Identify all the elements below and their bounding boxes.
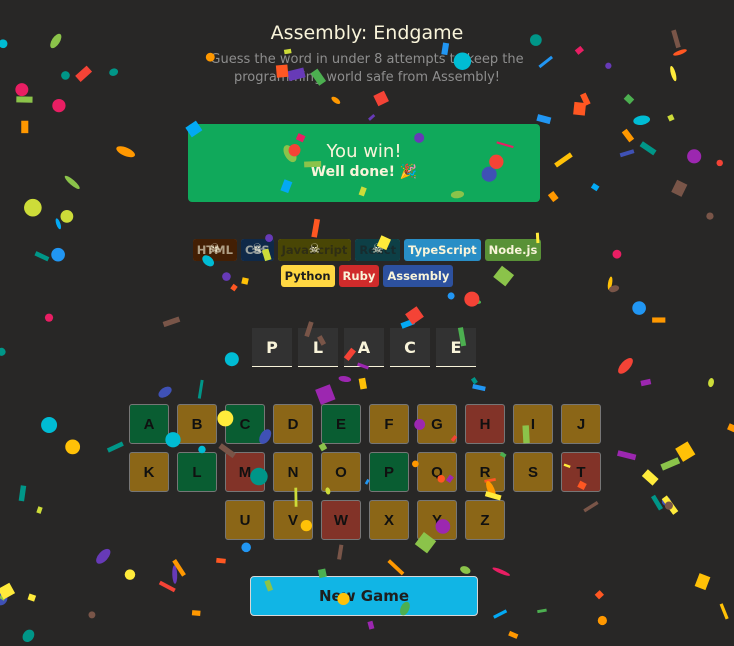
language-name: Ruby (342, 269, 376, 283)
new-game-button[interactable]: New Game (250, 576, 478, 616)
key-v[interactable]: V (273, 500, 313, 540)
word-letter: A (344, 328, 384, 367)
key-n[interactable]: N (273, 452, 313, 492)
word-letter: E (436, 328, 476, 367)
key-s[interactable]: S (513, 452, 553, 492)
language-chip: Node.js (484, 239, 542, 261)
key-g[interactable]: G (417, 404, 457, 444)
key-i[interactable]: I (513, 404, 553, 444)
skull-icon: ☠ (251, 242, 264, 257)
key-w[interactable]: W (321, 500, 361, 540)
key-m[interactable]: M (225, 452, 265, 492)
language-name: Assembly (387, 269, 450, 283)
language-chip: TypeScript (404, 239, 481, 261)
skull-icon: ☠ (308, 242, 321, 257)
language-chips: HTML ☠ CSS ☠ JavaScript ☠ React ☠ TypeScript Node… (190, 239, 544, 287)
language-chip: JavaScript ☠ (277, 239, 352, 261)
language-chip: HTML ☠ (192, 239, 237, 261)
language-name: TypeScript (408, 243, 477, 257)
page-subtitle: Guess the word in under 8 attempts to ke… (210, 52, 524, 85)
key-q[interactable]: Q (417, 452, 457, 492)
status-heading: You win! (326, 141, 402, 162)
key-t[interactable]: T (561, 452, 601, 492)
word-letter: C (390, 328, 430, 367)
language-chip: React ☠ (355, 239, 401, 261)
status-message: Well done! 🎉 (310, 164, 418, 180)
key-l[interactable]: L (177, 452, 217, 492)
key-h[interactable]: H (465, 404, 505, 444)
keyboard: ABCDEFGHIJ KLMNOPQRST UVWXYZ (128, 404, 602, 540)
skull-icon: ☠ (208, 242, 221, 257)
key-u[interactable]: U (225, 500, 265, 540)
status-banner: You win! Well done! 🎉 (188, 124, 540, 202)
word-letter: P (252, 328, 292, 367)
key-e[interactable]: E (321, 404, 361, 444)
language-chip: Python (280, 265, 335, 287)
game-container: Assembly: Endgame Guess the word in unde… (0, 0, 734, 646)
key-p[interactable]: P (369, 452, 409, 492)
key-d[interactable]: D (273, 404, 313, 444)
key-b[interactable]: B (177, 404, 217, 444)
key-j[interactable]: J (561, 404, 601, 444)
language-chip: Assembly (383, 265, 454, 287)
language-chip: CSS ☠ (240, 239, 274, 261)
language-chip: Ruby (338, 265, 380, 287)
word-display: PLACE (252, 328, 476, 367)
key-r[interactable]: R (465, 452, 505, 492)
skull-icon: ☠ (371, 242, 384, 257)
key-z[interactable]: Z (465, 500, 505, 540)
key-o[interactable]: O (321, 452, 361, 492)
word-letter: L (298, 328, 338, 367)
key-f[interactable]: F (369, 404, 409, 444)
key-c[interactable]: C (225, 404, 265, 444)
key-y[interactable]: Y (417, 500, 457, 540)
page-title: Assembly: Endgame (270, 22, 464, 44)
language-name: Node.js (488, 243, 538, 257)
key-x[interactable]: X (369, 500, 409, 540)
key-a[interactable]: A (129, 404, 169, 444)
key-k[interactable]: K (129, 452, 169, 492)
language-name: Python (284, 269, 331, 283)
